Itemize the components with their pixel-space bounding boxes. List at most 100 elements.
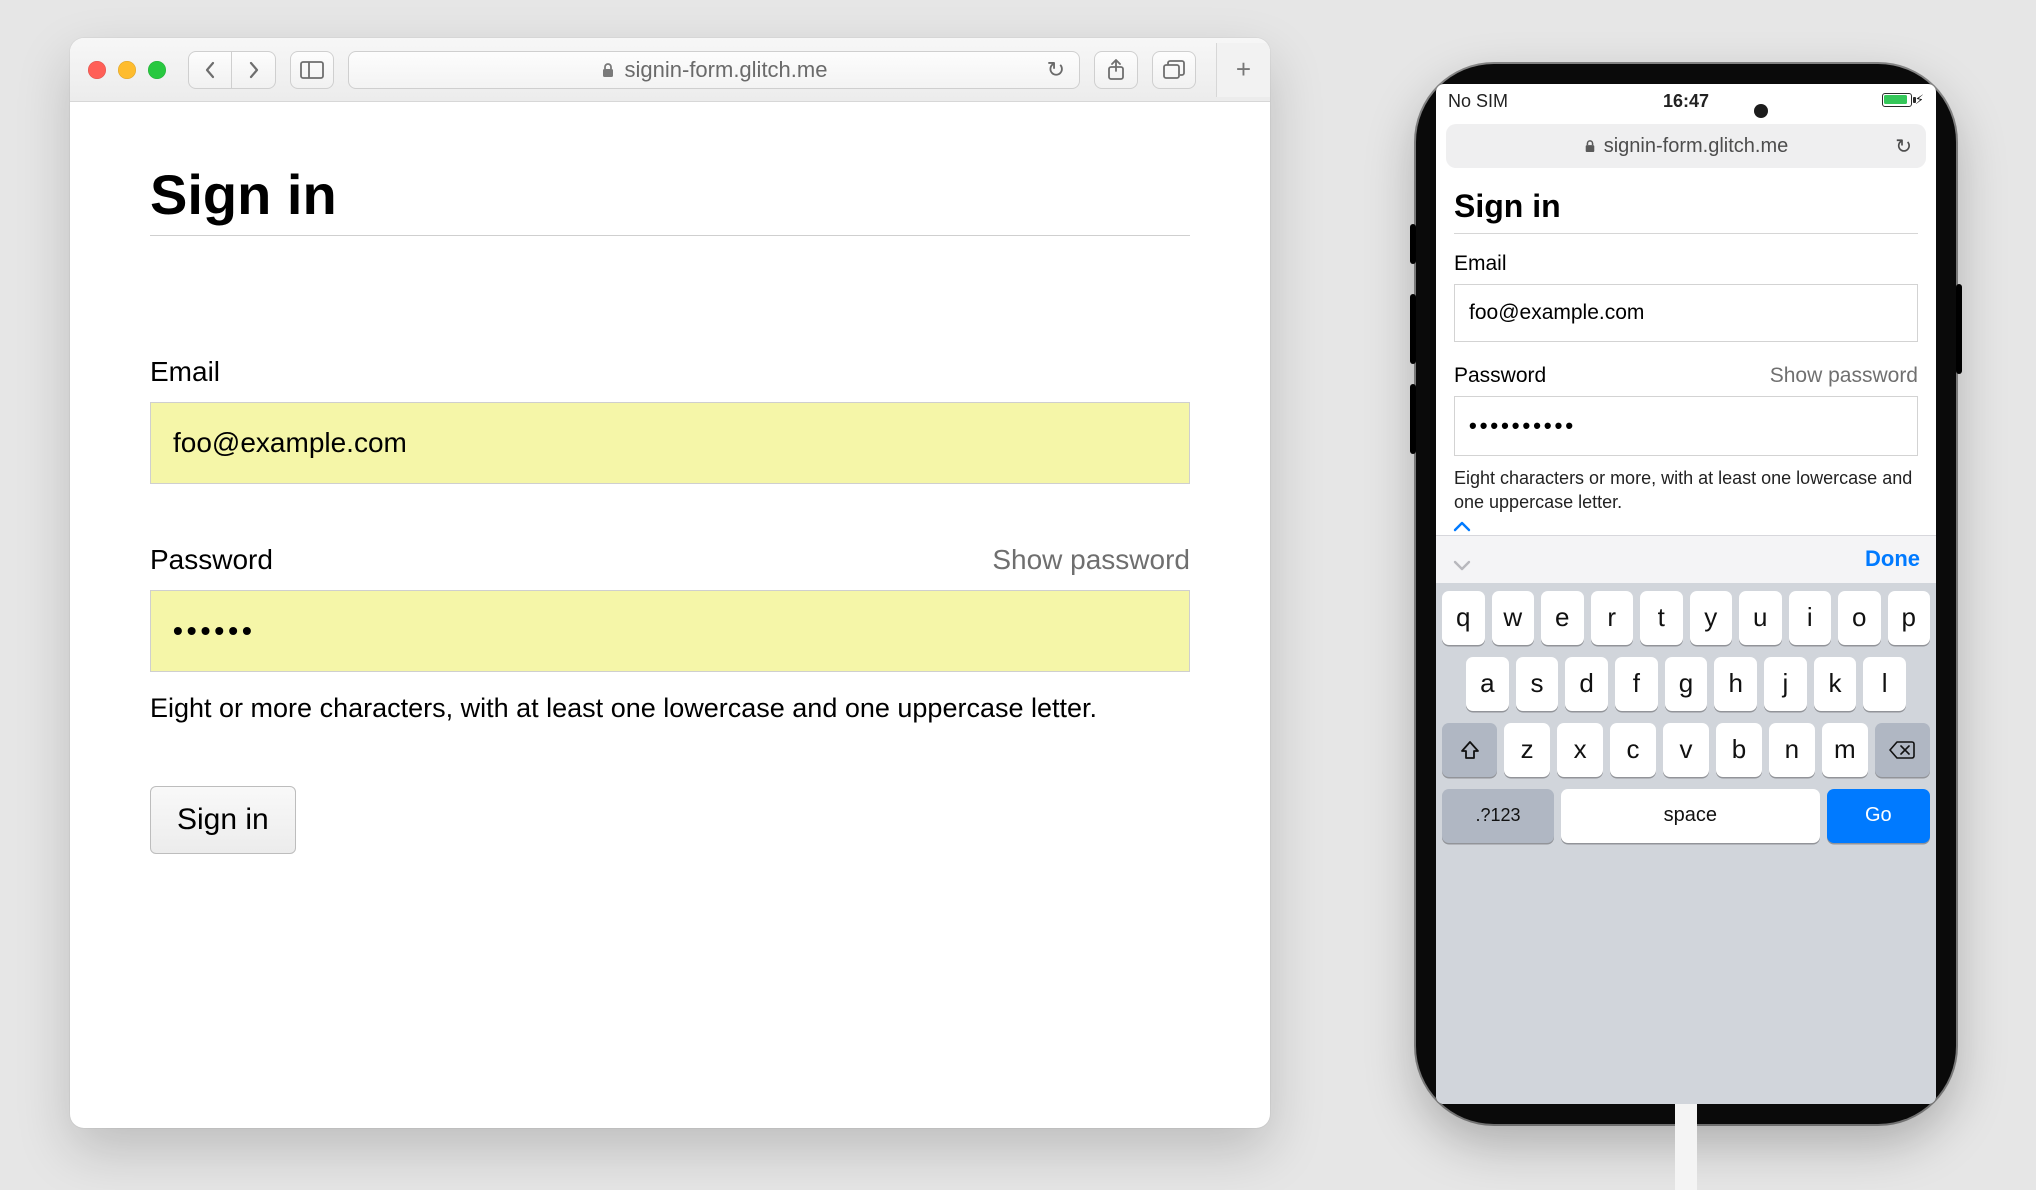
form-next-button[interactable] — [1452, 559, 1472, 573]
form-prev-button[interactable] — [1452, 519, 1472, 533]
back-button[interactable] — [188, 51, 232, 89]
key-s[interactable]: s — [1516, 657, 1559, 711]
chevron-up-icon — [1452, 519, 1472, 533]
email-field-group: Email — [150, 356, 1190, 484]
chevron-right-icon — [247, 61, 261, 79]
email-input[interactable] — [150, 402, 1190, 484]
key-d[interactable]: d — [1565, 657, 1608, 711]
forward-button[interactable] — [232, 51, 276, 89]
password-hint: Eight or more characters, with at least … — [150, 690, 1190, 726]
space-key[interactable]: space — [1561, 789, 1820, 843]
password-input[interactable] — [150, 590, 1190, 672]
go-key[interactable]: Go — [1827, 789, 1930, 843]
page-content: Sign in Email Password Show password Eig… — [70, 102, 1270, 914]
key-f[interactable]: f — [1615, 657, 1658, 711]
ios-page-content: Sign in Email Password Show password Eig… — [1436, 178, 1936, 535]
key-g[interactable]: g — [1665, 657, 1708, 711]
key-x[interactable]: x — [1557, 723, 1603, 777]
lock-icon — [601, 62, 615, 78]
status-right: ⚡︎ — [1804, 91, 1924, 112]
key-h[interactable]: h — [1714, 657, 1757, 711]
ios-page-title: Sign in — [1454, 188, 1918, 225]
email-label: Email — [150, 356, 220, 388]
key-t[interactable]: t — [1640, 591, 1683, 645]
plus-icon: + — [1236, 54, 1251, 85]
key-n[interactable]: n — [1769, 723, 1815, 777]
iphone-device: No SIM 16:47 ⚡︎ signin-form.glitch.me ↻ — [1416, 64, 1956, 1124]
key-q[interactable]: q — [1442, 591, 1485, 645]
new-tab-button[interactable]: + — [1216, 43, 1270, 97]
ios-keyboard: qwertyuiop asdfghjkl zxcvbnm .?123 space… — [1436, 583, 1936, 1104]
key-l[interactable]: l — [1863, 657, 1906, 711]
password-field-group: Password Show password Eight or more cha… — [150, 544, 1190, 726]
key-r[interactable]: r — [1591, 591, 1634, 645]
ios-title-divider — [1454, 233, 1918, 234]
key-z[interactable]: z — [1504, 723, 1550, 777]
key-o[interactable]: o — [1838, 591, 1881, 645]
sidebar-button[interactable] — [290, 51, 334, 89]
key-m[interactable]: m — [1822, 723, 1868, 777]
ios-password-field-group: Password Show password Eight characters … — [1454, 364, 1918, 515]
ios-email-field-group: Email — [1454, 252, 1918, 342]
key-k[interactable]: k — [1814, 657, 1857, 711]
shift-icon — [1459, 739, 1481, 761]
minimize-window-button[interactable] — [118, 61, 136, 79]
password-label: Password — [150, 544, 273, 576]
ios-password-input[interactable] — [1454, 396, 1918, 456]
volume-up-button — [1410, 294, 1416, 364]
key-v[interactable]: v — [1663, 723, 1709, 777]
backspace-icon — [1889, 740, 1915, 760]
status-bar: No SIM 16:47 ⚡︎ — [1436, 84, 1936, 118]
battery-level — [1884, 95, 1907, 104]
ios-address-bar[interactable]: signin-form.glitch.me ↻ — [1446, 124, 1926, 168]
battery-icon — [1882, 93, 1912, 107]
power-button — [1956, 284, 1962, 374]
sidebar-icon — [300, 61, 324, 79]
safari-window: signin-form.glitch.me ↻ + Sign in Email — [70, 38, 1270, 1128]
lightning-cable — [1675, 1094, 1697, 1190]
shift-key[interactable] — [1442, 723, 1497, 777]
ios-show-password-toggle[interactable]: Show password — [1770, 364, 1918, 388]
ios-email-input[interactable] — [1454, 284, 1918, 342]
window-controls — [88, 61, 166, 79]
tabs-button[interactable] — [1152, 51, 1196, 89]
key-u[interactable]: u — [1739, 591, 1782, 645]
battery-indicator: ⚡︎ — [1882, 92, 1924, 108]
address-bar[interactable]: signin-form.glitch.me ↻ — [348, 51, 1080, 89]
key-e[interactable]: e — [1541, 591, 1584, 645]
key-a[interactable]: a — [1466, 657, 1509, 711]
share-icon — [1106, 59, 1126, 81]
ios-password-label: Password — [1454, 364, 1546, 388]
key-c[interactable]: c — [1610, 723, 1656, 777]
status-time: 16:47 — [1568, 91, 1804, 112]
numbers-key[interactable]: .?123 — [1442, 789, 1554, 843]
address-text: signin-form.glitch.me — [625, 57, 828, 83]
keyboard-row-4: .?123 space Go — [1442, 789, 1930, 843]
key-j[interactable]: j — [1764, 657, 1807, 711]
iphone-screen: No SIM 16:47 ⚡︎ signin-form.glitch.me ↻ — [1436, 84, 1936, 1104]
title-divider — [150, 235, 1190, 236]
key-w[interactable]: w — [1492, 591, 1535, 645]
show-password-toggle[interactable]: Show password — [992, 544, 1190, 576]
zoom-window-button[interactable] — [148, 61, 166, 79]
key-p[interactable]: p — [1888, 591, 1931, 645]
ios-address-text: signin-form.glitch.me — [1604, 135, 1789, 158]
key-y[interactable]: y — [1690, 591, 1733, 645]
keyboard-accessory-bar: Done — [1436, 535, 1936, 583]
page-title: Sign in — [150, 162, 1190, 227]
volume-down-button — [1410, 384, 1416, 454]
key-i[interactable]: i — [1789, 591, 1832, 645]
share-button[interactable] — [1094, 51, 1138, 89]
backspace-key[interactable] — [1875, 723, 1930, 777]
key-b[interactable]: b — [1716, 723, 1762, 777]
keyboard-row-1: qwertyuiop — [1442, 591, 1930, 645]
charging-icon: ⚡︎ — [1915, 92, 1924, 108]
ios-email-label: Email — [1454, 252, 1507, 276]
ios-reload-button[interactable]: ↻ — [1895, 134, 1912, 159]
sign-in-button[interactable]: Sign in — [150, 786, 296, 854]
chevron-down-icon — [1452, 559, 1472, 573]
close-window-button[interactable] — [88, 61, 106, 79]
keyboard-done-button[interactable]: Done — [1865, 546, 1920, 572]
ios-password-hint: Eight characters or more, with at least … — [1454, 466, 1918, 515]
reload-button[interactable]: ↻ — [1047, 57, 1065, 83]
